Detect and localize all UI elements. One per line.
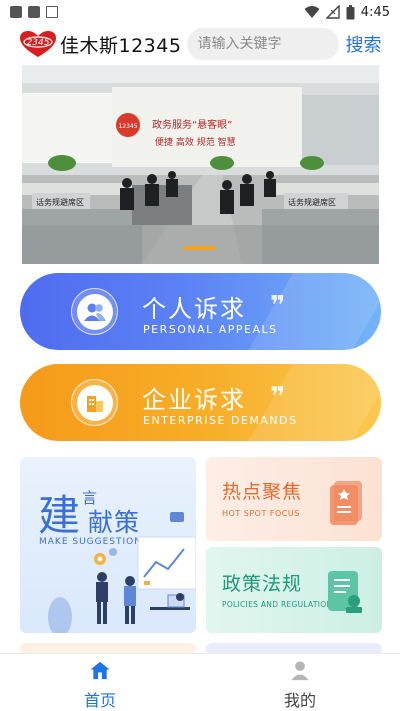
svg-text:12345: 12345 xyxy=(118,123,137,130)
svg-text:2345: 2345 xyxy=(27,38,50,48)
pill-shine xyxy=(242,364,381,441)
notification-icon xyxy=(28,6,40,18)
building-icon xyxy=(86,395,103,412)
personal-appeals-title: 个人诉求 xyxy=(142,295,246,323)
wifi-icon xyxy=(304,6,320,18)
policy-stamp-icon xyxy=(328,571,362,613)
app-header: 2345 佳木斯12345 搜索 xyxy=(0,26,400,62)
pill-shine xyxy=(242,273,381,350)
hot-spot-subtitle: HOT SPOT FOCUS xyxy=(222,509,300,518)
hot-spot-title: 热点聚焦 xyxy=(222,481,303,503)
carousel-indicator xyxy=(184,246,216,250)
home-icon xyxy=(90,661,110,680)
policies-tile[interactable]: 政策法规 POLICIES AND REGULATIONS xyxy=(206,547,382,633)
battery-icon xyxy=(346,4,355,19)
bottom-nav: 首页 我的 xyxy=(0,653,400,711)
nav-item-profile[interactable]: 我的 xyxy=(200,654,400,711)
search-box[interactable] xyxy=(187,28,340,60)
personal-appeals-button[interactable]: 个人诉求 ❞ PERSONAL APPEALS xyxy=(20,273,381,350)
status-bar: 4:45 xyxy=(0,0,400,24)
suggestions-tile[interactable]: 建 言 献策 MAKE SUGGESTIONS xyxy=(20,457,196,633)
quote-mark-icon: ❞ xyxy=(270,382,286,412)
banner-sign-right: 话务规避席区 xyxy=(288,197,336,207)
app-logo: 2345 xyxy=(18,30,58,58)
status-time: 4:45 xyxy=(360,4,390,20)
enterprise-demands-subtitle: ENTERPRISE DEMANDS xyxy=(143,414,298,427)
quote-mark-icon: ❞ xyxy=(270,291,286,321)
enterprise-demands-title: 企业诉求 xyxy=(142,386,246,414)
personal-icon-circle xyxy=(71,288,118,335)
hot-document-icon xyxy=(330,481,362,525)
notification-icon xyxy=(10,6,22,18)
nav-label-home: 首页 xyxy=(83,691,116,710)
profile-icon xyxy=(291,661,309,681)
banner-carousel[interactable]: 12345 政务服务“悬客眼” 便捷 高效 规范 智慧 话务规避席区 话务规避席… xyxy=(22,65,379,264)
policies-title: 政策法规 xyxy=(222,573,303,595)
enterprise-demands-button[interactable]: 企业诉求 ❞ ENTERPRISE DEMANDS xyxy=(20,364,381,441)
suggestions-illustration xyxy=(48,512,196,633)
nav-item-home[interactable]: 首页 xyxy=(0,654,200,711)
signal-icon xyxy=(325,5,340,19)
enterprise-icon-circle xyxy=(71,379,118,426)
policies-subtitle: POLICIES AND REGULATIONS xyxy=(222,600,338,609)
app-title: 佳木斯12345 xyxy=(60,34,182,57)
image-notification-icon xyxy=(46,6,58,18)
person-icon xyxy=(83,303,106,321)
banner-slogan-2: 便捷 高效 规范 智慧 xyxy=(155,136,236,148)
hot-spot-tile[interactable]: 热点聚焦 HOT SPOT FOCUS xyxy=(206,457,382,541)
search-input[interactable] xyxy=(197,36,340,52)
banner-image: 12345 政务服务“悬客眼” 便捷 高效 规范 智慧 话务规避席区 话务规避席… xyxy=(22,65,379,264)
banner-sign-left: 话务规避席区 xyxy=(36,197,84,207)
personal-appeals-subtitle: PERSONAL APPEALS xyxy=(143,323,278,336)
search-button[interactable]: 搜索 xyxy=(345,31,381,57)
nav-label-profile: 我的 xyxy=(283,691,316,710)
banner-slogan-1: 政务服务“悬客眼” xyxy=(152,118,232,131)
